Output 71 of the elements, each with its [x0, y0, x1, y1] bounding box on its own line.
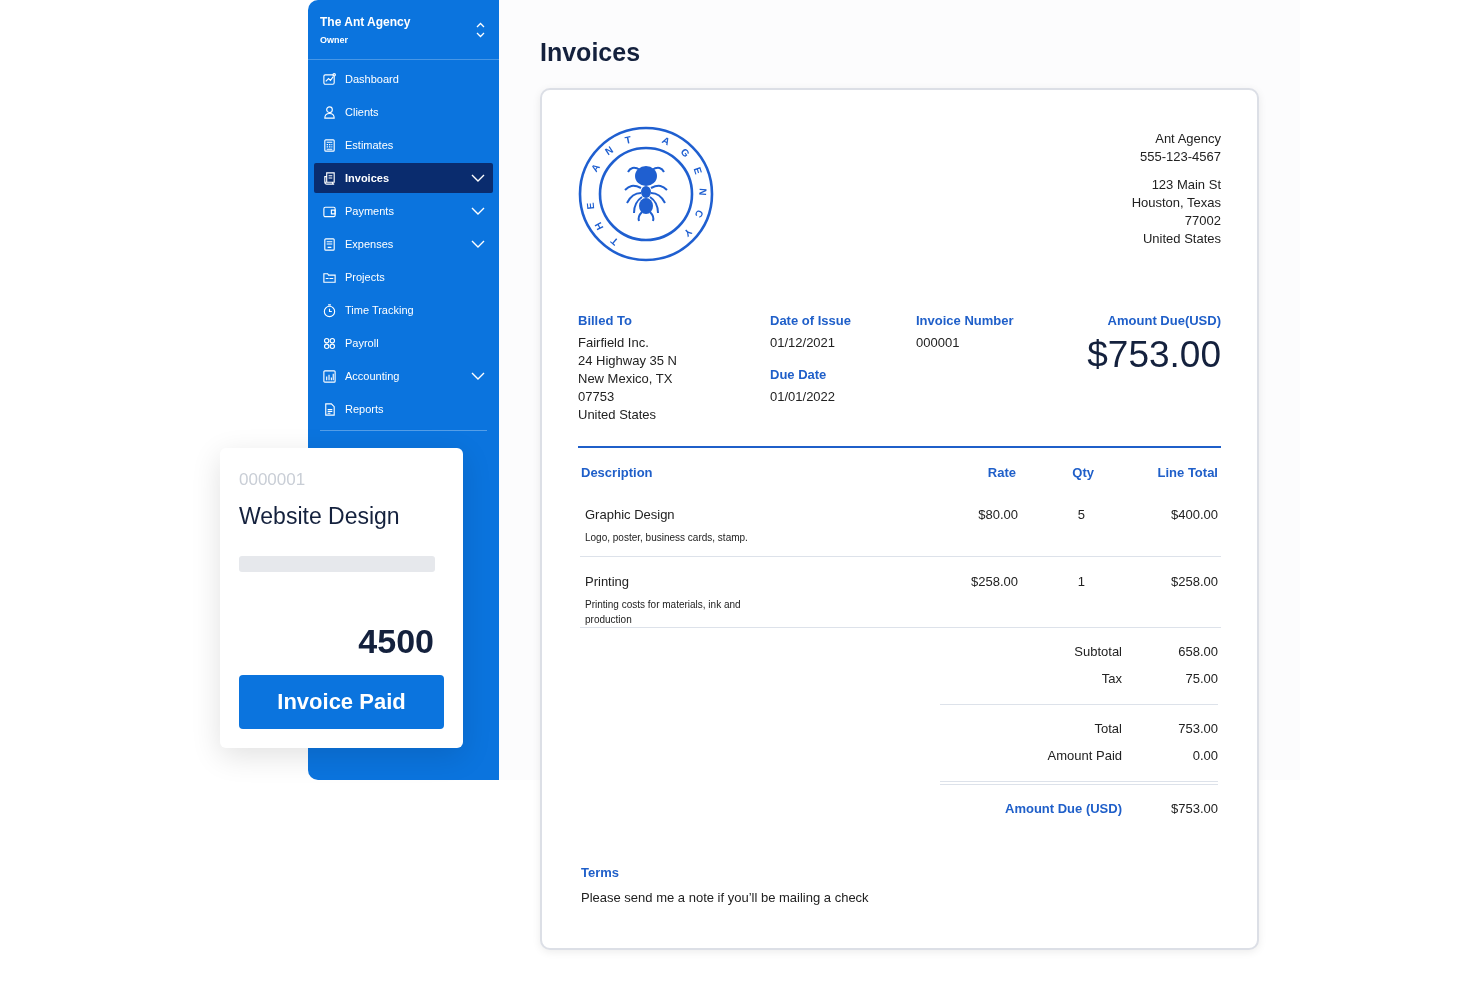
sidebar-item[interactable]: Invoices	[314, 163, 493, 193]
menu-item-icon	[322, 170, 337, 186]
billing-line: United States	[578, 406, 658, 424]
sidebar-item[interactable]: Expenses	[314, 229, 493, 259]
column-header: Qty	[1071, 464, 1094, 482]
sidebar-item[interactable]: Payroll	[314, 328, 493, 358]
sidebar-item[interactable]: Clients	[314, 97, 493, 127]
total-value: 658.00	[1177, 643, 1218, 661]
total-label: Total	[1093, 720, 1122, 738]
menu-item-icon	[322, 104, 337, 120]
sender-line: 555-123-4567	[1139, 148, 1221, 166]
terms-label: Terms	[581, 864, 621, 882]
address-line: United States	[1141, 230, 1221, 248]
field-label: Billed To	[578, 312, 633, 330]
sidebar-item[interactable]: Payments	[314, 196, 493, 226]
total-value: 0.00	[1191, 747, 1218, 765]
table-cell-text: 5	[1076, 506, 1086, 524]
table-cell-text: $80.00	[977, 506, 1018, 524]
item-detail: Logo, poster, business cards, stamp.	[585, 531, 749, 545]
total-value: 75.00	[1184, 670, 1218, 688]
menu-item-icon	[322, 368, 337, 384]
sidebar-item[interactable]: Time Tracking	[314, 295, 493, 325]
table-cell-text: 1	[1076, 573, 1086, 591]
column-header: Rate	[986, 464, 1016, 482]
address-line: Houston, Texas	[1131, 194, 1221, 212]
menu-item-icon	[322, 335, 337, 351]
field-label: Amount Due(USD)	[1106, 312, 1221, 330]
amount-due: $753.00	[1087, 334, 1221, 376]
menu-item-icon	[322, 71, 337, 87]
field-value: 01/01/2022	[770, 388, 837, 406]
item-detail: Printing costs for materials, ink and production	[585, 598, 742, 627]
field-value: 01/12/2021	[770, 334, 837, 352]
invoice-amount: 4500	[357, 621, 435, 661]
total-label: Tax	[1100, 670, 1122, 688]
terms-text: Please send me a note if you’ll be mailing a check	[581, 890, 870, 905]
sidebar-item[interactable]: Estimates	[314, 130, 493, 160]
invoice-paid-button[interactable]: Invoice Paid	[239, 675, 444, 729]
table-cell-text: $258.00	[970, 573, 1018, 591]
field-label: Date of Issue	[770, 312, 852, 330]
menu-item-icon	[322, 302, 337, 318]
sidebar-item[interactable]: Accounting	[314, 361, 493, 391]
menu-item-icon	[322, 137, 337, 153]
table-cell-text: $400.00	[1170, 506, 1218, 524]
menu-item-icon	[322, 401, 337, 417]
up-down-chevron-icon	[476, 21, 485, 38]
billing-line: Fairfield Inc.	[578, 334, 650, 352]
total-value: 753.00	[1177, 720, 1218, 738]
address-line: 123 Main St	[1150, 176, 1221, 194]
page-title: Invoices	[540, 37, 642, 68]
field-label: Due Date	[770, 366, 828, 384]
sender-line: Ant Agency	[1154, 130, 1221, 148]
item-description: Printing	[585, 573, 631, 591]
menu-item-icon	[322, 236, 337, 252]
billing-line: 07753	[578, 388, 616, 406]
sidebar-item[interactable]: Dashboard	[314, 64, 493, 94]
sidebar-item[interactable]: Reports	[314, 394, 493, 424]
project-title: Website Design	[239, 502, 401, 530]
total-value: $753.00	[1170, 800, 1218, 818]
sidebar-item[interactable]: Projects	[314, 262, 493, 292]
total-label: Amount Paid	[1046, 747, 1122, 765]
total-label: Amount Due (USD)	[1004, 800, 1122, 818]
column-header: Line Total	[1156, 464, 1218, 482]
table-cell-text: $258.00	[1170, 573, 1218, 591]
column-header: Description	[580, 464, 654, 482]
billing-line: New Mexico, TX	[578, 370, 674, 388]
billing-line: 24 Highway 35 N	[578, 352, 678, 370]
field-value: 000001	[916, 334, 961, 352]
item-description: Graphic Design	[585, 506, 676, 524]
address-line: 77002	[1183, 212, 1221, 230]
field-label: Invoice Number	[916, 312, 1015, 330]
total-label: Subtotal	[1073, 643, 1122, 661]
